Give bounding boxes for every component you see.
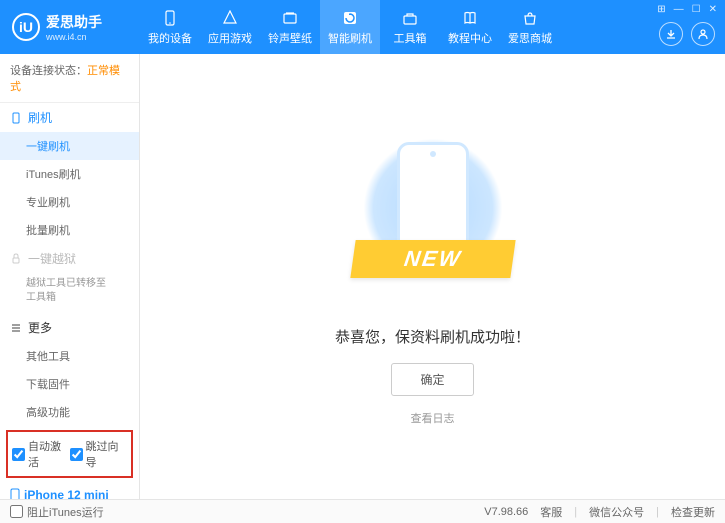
nav-label: 我的设备 bbox=[148, 30, 192, 46]
header-right bbox=[659, 22, 715, 46]
version-label: V7.98.66 bbox=[484, 506, 528, 518]
maximize-button[interactable]: ☐ bbox=[692, 4, 701, 15]
success-message: 恭喜您，保资料刷机成功啦！ bbox=[335, 326, 530, 347]
app-url: www.i4.cn bbox=[46, 32, 102, 42]
block-itunes-checkbox[interactable]: 阻止iTunes运行 bbox=[10, 504, 104, 520]
nav-label: 铃声壁纸 bbox=[268, 30, 312, 46]
sidebar-item-oneclick[interactable]: 一键刷机 bbox=[0, 132, 139, 160]
main-nav: 我的设备 应用游戏 铃声壁纸 智能刷机 工具箱 教程中心 爱思商城 bbox=[140, 0, 560, 54]
wallpaper-icon bbox=[281, 9, 299, 27]
device-name-row: iPhone 12 mini bbox=[10, 488, 129, 499]
nav-label: 应用游戏 bbox=[208, 30, 252, 46]
book-icon bbox=[461, 9, 479, 27]
toolbox-icon bbox=[401, 9, 419, 27]
skip-guide-checkbox[interactable]: 跳过向导 bbox=[70, 438, 128, 470]
phone-icon bbox=[10, 112, 22, 124]
nav-ringtone[interactable]: 铃声壁纸 bbox=[260, 0, 320, 54]
ribbon-new: NEW bbox=[350, 240, 515, 278]
checkbox-highlight: 自动激活 跳过向导 bbox=[6, 430, 133, 478]
jailbreak-note: 越狱工具已转移至 工具箱 bbox=[0, 273, 139, 313]
block-itunes-input[interactable] bbox=[10, 505, 23, 518]
auto-activate-input[interactable] bbox=[12, 448, 25, 461]
lock-icon bbox=[10, 253, 22, 265]
nav-apps[interactable]: 应用游戏 bbox=[200, 0, 260, 54]
apps-icon bbox=[221, 9, 239, 27]
service-link[interactable]: 客服 bbox=[540, 504, 562, 520]
nav-label: 爱思商城 bbox=[508, 30, 552, 46]
sidebar-section-more[interactable]: 更多 bbox=[0, 313, 139, 342]
sidebar-item-other[interactable]: 其他工具 bbox=[0, 342, 139, 370]
check-update-link[interactable]: 检查更新 bbox=[671, 504, 715, 520]
app-header: iU 爱思助手 www.i4.cn 我的设备 应用游戏 铃声壁纸 智能刷机 工具… bbox=[0, 0, 725, 54]
nav-label: 智能刷机 bbox=[328, 30, 372, 46]
device-icon bbox=[10, 488, 20, 499]
window-controls: ⊞ — ☐ ✕ bbox=[657, 4, 717, 15]
close-button[interactable]: ✕ bbox=[709, 4, 717, 15]
grid-button[interactable]: ⊞ bbox=[657, 4, 665, 15]
skip-guide-input[interactable] bbox=[70, 448, 83, 461]
nav-label: 工具箱 bbox=[394, 30, 427, 46]
connection-status: 设备连接状态：正常模式 bbox=[0, 54, 139, 103]
phone-icon bbox=[161, 9, 179, 27]
sidebar: 设备连接状态：正常模式 刷机 一键刷机 iTunes刷机 专业刷机 批量刷机 一… bbox=[0, 54, 140, 499]
nav-my-device[interactable]: 我的设备 bbox=[140, 0, 200, 54]
sidebar-section-flash[interactable]: 刷机 bbox=[0, 103, 139, 132]
logo-area: iU 爱思助手 www.i4.cn bbox=[12, 12, 140, 42]
sidebar-item-firmware[interactable]: 下载固件 bbox=[0, 370, 139, 398]
nav-label: 教程中心 bbox=[448, 30, 492, 46]
section-label: 更多 bbox=[28, 319, 52, 336]
nav-flash[interactable]: 智能刷机 bbox=[320, 0, 380, 54]
nav-store[interactable]: 爱思商城 bbox=[500, 0, 560, 54]
main-content: NEW 恭喜您，保资料刷机成功啦！ 确定 查看日志 bbox=[140, 54, 725, 499]
device-info[interactable]: iPhone 12 mini 64GB Down-12mini-13,1 bbox=[0, 482, 139, 499]
view-log-link[interactable]: 查看日志 bbox=[411, 410, 455, 426]
sidebar-item-batch[interactable]: 批量刷机 bbox=[0, 216, 139, 244]
auto-activate-checkbox[interactable]: 自动激活 bbox=[12, 438, 70, 470]
nav-toolbox[interactable]: 工具箱 bbox=[380, 0, 440, 54]
confirm-button[interactable]: 确定 bbox=[391, 363, 473, 396]
menu-icon bbox=[10, 322, 22, 334]
section-label: 刷机 bbox=[28, 109, 52, 126]
conn-label: 设备连接状态： bbox=[10, 65, 87, 77]
section-label: 一键越狱 bbox=[28, 250, 76, 267]
sidebar-section-jailbreak[interactable]: 一键越狱 bbox=[0, 244, 139, 273]
logo-icon: iU bbox=[12, 13, 40, 41]
sidebar-item-pro[interactable]: 专业刷机 bbox=[0, 188, 139, 216]
wechat-link[interactable]: 微信公众号 bbox=[589, 504, 644, 520]
sidebar-item-itunes[interactable]: iTunes刷机 bbox=[0, 160, 139, 188]
sidebar-item-advanced[interactable]: 高级功能 bbox=[0, 398, 139, 426]
illustration: NEW bbox=[363, 128, 503, 308]
store-icon bbox=[521, 9, 539, 27]
app-name: 爱思助手 bbox=[46, 12, 102, 32]
minimize-button[interactable]: — bbox=[674, 4, 684, 15]
flash-icon bbox=[341, 9, 359, 27]
user-icon[interactable] bbox=[691, 22, 715, 46]
download-icon[interactable] bbox=[659, 22, 683, 46]
nav-tutorial[interactable]: 教程中心 bbox=[440, 0, 500, 54]
footer: 阻止iTunes运行 V7.98.66 客服 | 微信公众号 | 检查更新 bbox=[0, 499, 725, 523]
